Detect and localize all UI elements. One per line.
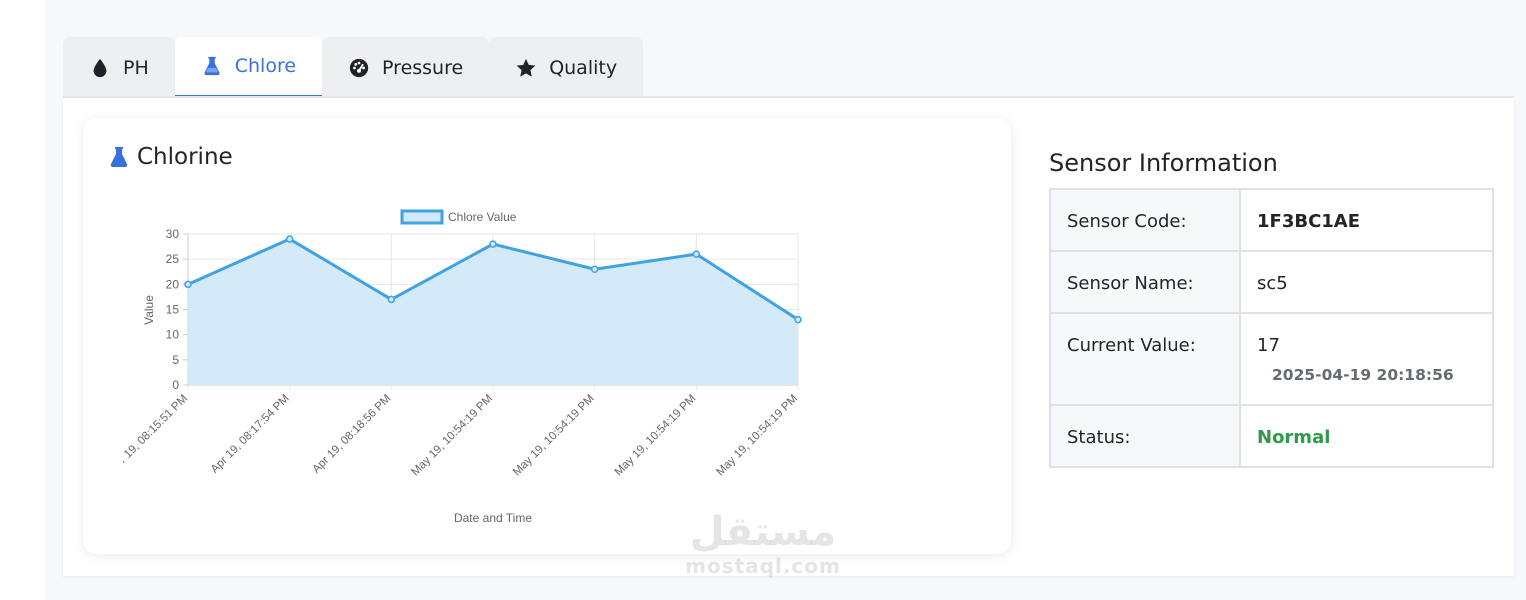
droplet-icon	[93, 58, 107, 77]
status-value-cell: Normal	[1239, 404, 1494, 468]
flask-icon	[204, 56, 220, 76]
watermark-latin: mostaql.com	[685, 554, 841, 578]
data-point	[387, 295, 396, 304]
data-point	[692, 250, 701, 258]
card-title-text: Chlorine	[137, 144, 233, 170]
current-value: 17	[1257, 335, 1280, 356]
data-point	[489, 240, 497, 248]
flask-icon	[110, 147, 128, 168]
sensor-info-table: Sensor Code: 1F3BC1AE Sensor Name: sc5 C…	[1049, 188, 1494, 468]
x-tick-label: May 19, 10:54:19 PM	[714, 393, 800, 479]
x-tick-label: Apr 19, 08:18:56 PM	[310, 393, 393, 476]
x-tick-label: Apr 19, 08:17:54 PM	[209, 393, 292, 476]
table-row: Status: Normal	[1049, 404, 1494, 468]
tab-pressure[interactable]: Pressure	[322, 37, 490, 98]
table-row: Sensor Code: 1F3BC1AE	[1049, 188, 1494, 252]
y-tick-label: 20	[166, 277, 180, 291]
sensor-code-value: 1F3BC1AE	[1239, 188, 1494, 252]
sensor-name-label: Sensor Name:	[1049, 250, 1241, 314]
legend-label: Chlore Value	[448, 210, 517, 224]
y-tick-label: 5	[172, 353, 179, 367]
data-point	[590, 265, 599, 273]
current-value-cell: 17 2025-04-19 20:18:56	[1239, 312, 1494, 406]
left-strip	[0, 0, 45, 600]
table-row: Sensor Name: sc5	[1049, 250, 1494, 314]
tab-label: Pressure	[382, 56, 464, 79]
tab-label: Quality	[549, 56, 618, 79]
chart-card: Chlorine 0 5 10 15 20 25 30 Apr 19, 08:15:51 PM…	[83, 118, 1011, 554]
tab-label: PH	[123, 56, 149, 79]
y-tick-label: 10	[166, 328, 180, 342]
tab-bar: PH Chlore Pressure Quality	[63, 37, 644, 98]
sensor-info-title: Sensor Information	[1049, 149, 1278, 177]
gauge-icon	[349, 58, 369, 77]
y-tick-label: 30	[166, 227, 180, 241]
y-tick-label: 15	[166, 303, 180, 317]
watermark-arabic: مستقل	[689, 509, 837, 555]
tab-chlore[interactable]: Chlore	[174, 37, 323, 98]
tab-label: Chlore	[234, 55, 297, 77]
data-point	[794, 315, 802, 324]
watermark: مستقل mostaql.com	[683, 510, 843, 590]
x-tick-label: May 19, 10:54:19 PM	[409, 393, 495, 479]
data-point	[184, 280, 192, 289]
sensor-code-label: Sensor Code:	[1049, 188, 1241, 252]
status-label: Status:	[1049, 404, 1241, 468]
status-badge: Normal	[1257, 427, 1331, 448]
y-tick-label: 0	[172, 378, 179, 392]
current-value-timestamp: 2025-04-19 20:18:56	[1272, 366, 1454, 384]
data-point	[285, 235, 294, 243]
star-icon	[516, 58, 536, 77]
x-tick-label: May 19, 10:54:19 PM	[511, 393, 597, 479]
legend-swatch	[400, 209, 444, 225]
sensor-name-value: sc5	[1239, 250, 1494, 314]
x-tick-label: May 19, 10:54:19 PM	[613, 393, 699, 479]
card-title: Chlorine	[107, 144, 233, 170]
y-axis-title: Value	[142, 295, 156, 325]
chlore-chart: 0 5 10 15 20 25 30 Apr 19, 08:15:51 PM Apr 19, 0…	[107, 198, 823, 538]
current-value-label: Current Value:	[1049, 312, 1241, 406]
table-row: Current Value: 17 2025-04-19 20:18:56	[1049, 312, 1494, 406]
tab-ph[interactable]: PH	[63, 37, 175, 98]
x-axis-title: Date and Time	[454, 511, 532, 525]
tab-quality[interactable]: Quality	[489, 37, 644, 98]
chart-svg: 0 5 10 15 20 25 30 Apr 19, 08:15:51 PM Apr 19, 0…	[107, 209, 802, 525]
x-tick-label: Apr 19, 08:15:51 PM	[123, 393, 190, 476]
y-tick-label: 25	[166, 252, 180, 266]
tab-content-panel: Chlorine 0 5 10 15 20 25 30 Apr 19, 08:15:51 PM…	[63, 98, 1514, 576]
